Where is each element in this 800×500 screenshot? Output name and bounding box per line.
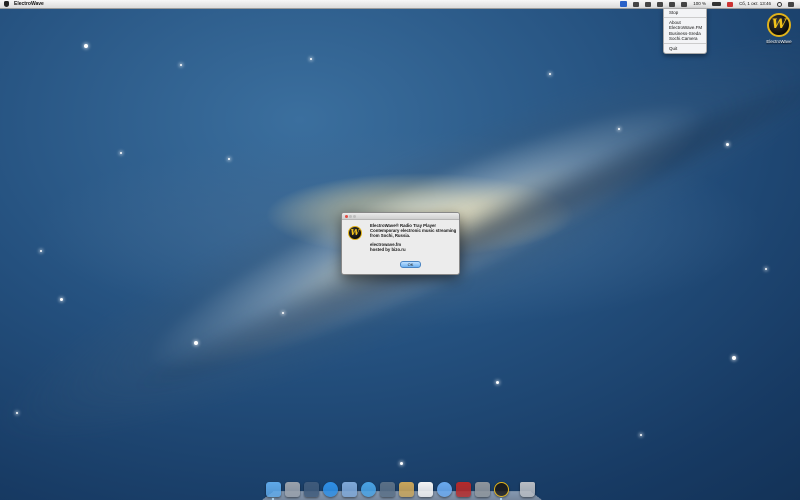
sync-icon[interactable] <box>633 1 640 7</box>
dock-app-facetime-icon[interactable] <box>380 482 395 497</box>
dock-app-launchpad-icon[interactable] <box>285 482 300 497</box>
menu-item-electrowave-fm[interactable]: ElectroWave.FM <box>664 25 706 31</box>
dock-app-app-store-icon[interactable] <box>323 482 338 497</box>
wallpaper-star <box>732 356 736 360</box>
ok-button[interactable]: OK <box>400 261 421 268</box>
dialog-message: ElectroWave® Radio Tray Player Contempor… <box>370 223 456 252</box>
wallpaper-star <box>549 73 551 75</box>
dock-app-finder-icon[interactable] <box>266 482 281 497</box>
menu-separator <box>664 17 706 18</box>
desktop-icon-label: ElectroWave <box>766 39 792 44</box>
bluetooth-icon[interactable] <box>657 1 664 7</box>
dock-app-safari-icon[interactable] <box>361 482 376 497</box>
wallpaper-star <box>640 434 642 436</box>
minimize-button <box>349 214 352 218</box>
wallpaper-star <box>496 381 499 384</box>
wifi-icon[interactable] <box>669 1 676 7</box>
electrowave-tray-icon[interactable] <box>620 1 628 7</box>
zoom-button <box>353 214 356 218</box>
dock-app-itunes-icon[interactable] <box>437 482 452 497</box>
dock-app-notes-icon[interactable] <box>399 482 414 497</box>
wallpaper-star <box>120 152 122 154</box>
tray-dropdown-menu: Stop About ElectroWave.FM Business-Sreda… <box>663 8 707 54</box>
wallpaper-star <box>726 143 729 146</box>
electrowave-logo-icon: W <box>767 13 791 37</box>
spotlight-search-icon[interactable] <box>777 1 782 7</box>
desktop: ElectroWave 100 % Сб, 1 окт. 13:46 Stop … <box>0 0 800 500</box>
menu-item-quit[interactable]: Quit <box>664 46 706 52</box>
wallpaper-star <box>194 341 198 345</box>
dock-app-mission-control-icon[interactable] <box>304 482 319 497</box>
dock-trash-icon[interactable] <box>520 482 535 497</box>
time-machine-icon[interactable] <box>645 1 652 7</box>
dialog-body: W ElectroWave® Radio Tray Player Contemp… <box>342 220 459 252</box>
wallpaper-star <box>40 250 42 252</box>
battery-percentage[interactable]: 100 % <box>693 0 706 8</box>
wallpaper-star <box>765 268 767 270</box>
menu-separator <box>664 43 706 44</box>
dock-app-photo-booth-icon[interactable] <box>456 482 471 497</box>
dock-app-mail-icon[interactable] <box>342 482 357 497</box>
dialog-line-hosting: hosted by bizo.ru <box>370 247 406 252</box>
dock-app-electrowave-icon[interactable] <box>494 482 509 497</box>
dock-app-system-preferences-icon[interactable] <box>475 482 490 497</box>
input-source-flag-icon[interactable] <box>727 1 734 7</box>
wallpaper-star <box>228 158 230 160</box>
desktop-app-icon[interactable]: W ElectroWave <box>764 13 794 44</box>
wallpaper-star <box>16 412 18 414</box>
dock <box>262 476 542 500</box>
wallpaper-star <box>180 64 182 66</box>
apple-icon[interactable] <box>4 1 9 7</box>
close-button[interactable] <box>345 214 348 218</box>
menu-bar-app-name[interactable]: ElectroWave <box>14 0 44 8</box>
battery-icon[interactable] <box>712 2 722 6</box>
dock-app-calendar-icon[interactable] <box>418 482 433 497</box>
wallpaper-star <box>84 44 88 48</box>
menu-bar-status-area: 100 % Сб, 1 окт. 13:46 <box>620 0 794 8</box>
menu-item-sochi-camera[interactable]: Sochi.Camera <box>664 36 706 42</box>
wallpaper-star <box>400 462 403 465</box>
wallpaper-star <box>618 128 620 130</box>
menu-bar-clock[interactable]: Сб, 1 окт. 13:46 <box>739 0 771 8</box>
electrowave-logo-icon: W <box>348 226 362 240</box>
dialog-title-bar[interactable] <box>342 213 459 220</box>
notification-center-icon[interactable] <box>788 1 794 7</box>
wallpaper-star <box>310 58 312 60</box>
menu-item-stop[interactable]: Stop <box>664 10 706 16</box>
wallpaper-star <box>282 312 284 314</box>
wallpaper-star <box>60 298 63 301</box>
volume-icon[interactable] <box>681 1 688 7</box>
